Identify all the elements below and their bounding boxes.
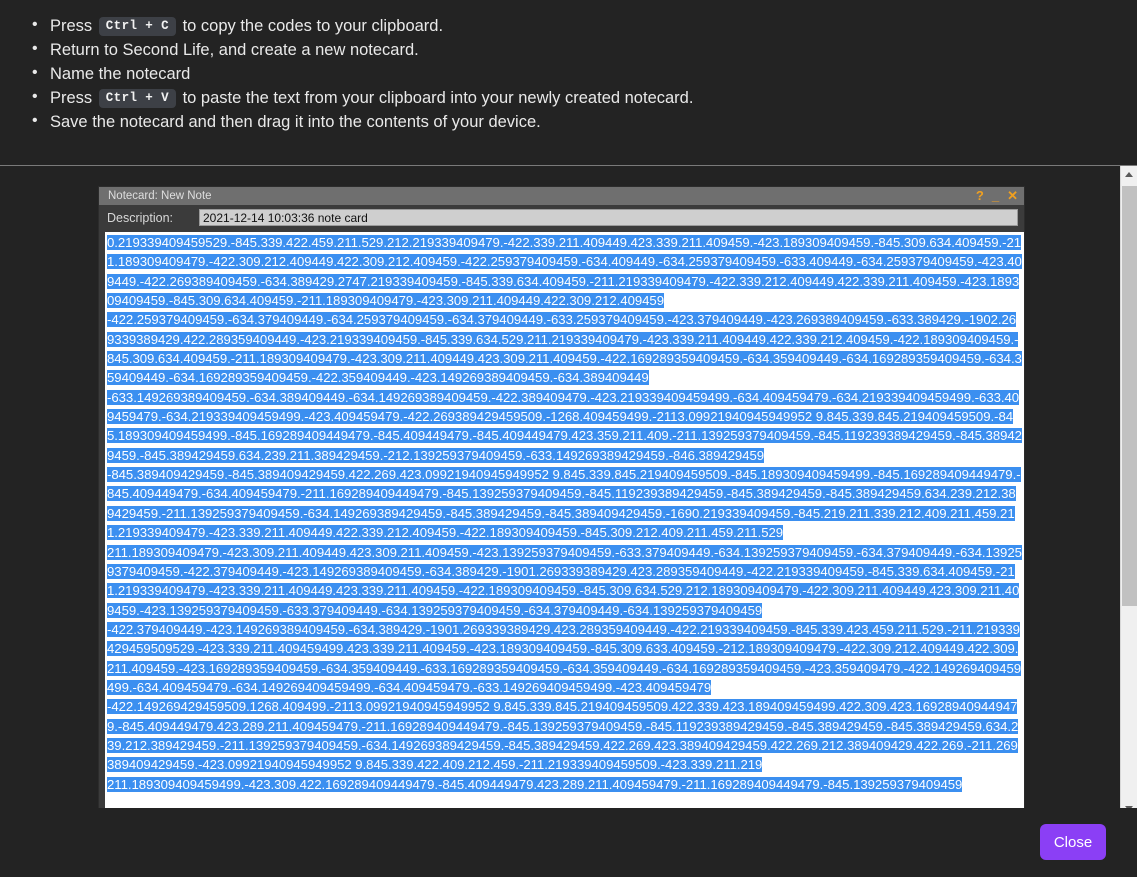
notecard-text-run: -422.149269429459509.1268.409499.-2113.0… — [107, 699, 1019, 773]
help-icon[interactable]: ? — [976, 187, 984, 205]
kbd-ctrl-c: Ctrl + C — [98, 17, 176, 36]
notecard-text-run: -845.389409429459.-845.389409429459.422.… — [107, 467, 1021, 541]
content-stage: Notecard: New Note ? _ ✕ Description: 0.… — [0, 166, 1137, 877]
notecard-text-run: 0.219339409459529.-845.339.422.459.211.5… — [107, 235, 1022, 309]
instruction-text-after: to copy the codes to your clipboard. — [177, 17, 444, 35]
instruction-text-before: Press — [50, 17, 97, 35]
description-input[interactable] — [199, 209, 1018, 226]
instruction-text-before: Press — [50, 89, 97, 107]
notecard-text-area[interactable]: 0.219339409459529.-845.339.422.459.211.5… — [105, 232, 1024, 827]
instruction-text-before: Name the notecard — [50, 65, 191, 83]
description-label: Description: — [107, 210, 173, 225]
notecard-text-content[interactable]: 0.219339409459529.-845.339.422.459.211.5… — [107, 233, 1022, 794]
notecard-title: Notecard: New Note — [108, 190, 212, 202]
notecard-description-row: Description: — [99, 205, 1024, 230]
notecard-text-run: -633.149269389409459.-634.389409449.-634… — [107, 389, 1022, 463]
notecard-text-run: 211.189309409459499.-423.309.422.1692894… — [107, 776, 963, 792]
instruction-item-3: Name the notecard — [30, 61, 1137, 86]
instruction-item-2: Return to Second Life, and create a new … — [30, 37, 1137, 62]
instruction-text-before: Return to Second Life, and create a new … — [50, 41, 419, 59]
page-scrollbar[interactable] — [1120, 166, 1137, 816]
minimize-icon[interactable]: _ — [992, 187, 999, 205]
notecard-text-run: -422.259379409459.-634.379409449.-634.25… — [107, 312, 1022, 386]
scroll-up-arrow-icon[interactable] — [1121, 166, 1137, 182]
notecard-text-run: 211.189309409479.-423.309.211.409449.423… — [107, 544, 1022, 618]
instruction-item-5: Save the notecard and then drag it into … — [30, 109, 1137, 134]
instruction-text-after: to paste the text from your clipboard in… — [177, 89, 694, 107]
instructions-panel: Press Ctrl + C to copy the codes to your… — [0, 0, 1137, 166]
close-icon[interactable]: ✕ — [1007, 187, 1018, 205]
close-button[interactable]: Close — [1040, 824, 1106, 860]
notecard-titlebar[interactable]: Notecard: New Note ? _ ✕ — [99, 187, 1024, 205]
scrollbar-thumb[interactable] — [1122, 186, 1137, 606]
instruction-item-4: Press Ctrl + V to paste the text from yo… — [30, 85, 1137, 110]
triangle-up-icon — [1125, 171, 1133, 177]
instruction-text-before: Save the notecard and then drag it into … — [50, 113, 541, 131]
instructions-list: Press Ctrl + C to copy the codes to your… — [0, 0, 1137, 134]
footer-bar: Close — [0, 808, 1137, 877]
notecard-text-run: -422.379409449.-423.149269389409459.-634… — [107, 621, 1022, 695]
app-root: Press Ctrl + C to copy the codes to your… — [0, 0, 1137, 877]
instruction-item-1: Press Ctrl + C to copy the codes to your… — [30, 13, 1137, 38]
kbd-ctrl-v: Ctrl + V — [98, 89, 176, 108]
notecard-window: Notecard: New Note ? _ ✕ Description: 0.… — [98, 186, 1025, 828]
